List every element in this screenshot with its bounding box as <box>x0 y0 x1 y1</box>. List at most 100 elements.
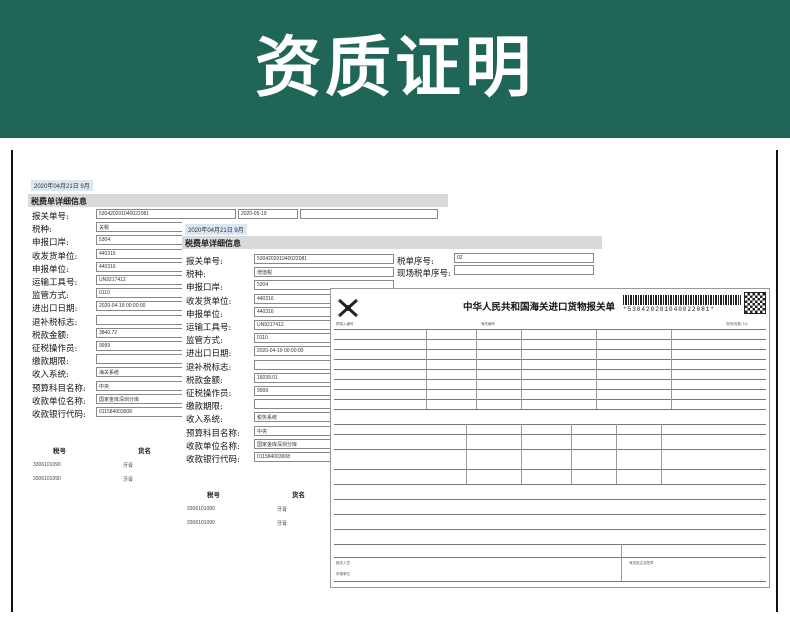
doc-a-tax-header-name: 货名 <box>138 447 151 455</box>
customs-emblem-icon <box>338 298 358 318</box>
doc-a-field-label: 退补税标志: <box>32 317 78 328</box>
customs-declaration-document: 中华人民共和国海关进口货物报关单 *530420201040022081* 预录… <box>330 288 770 588</box>
doc-b-field-value: 530420201040022081 <box>254 254 394 264</box>
grid-row-divider <box>334 557 766 558</box>
header-banner: 资质证明 <box>0 0 790 138</box>
grid-row-divider <box>334 329 766 330</box>
doc-b-field-label: 预算科目名称: <box>186 428 240 439</box>
grid-row-divider <box>334 581 766 582</box>
doc-a-tax-row-2-code: 3306101090 <box>33 476 61 482</box>
page-number-label: 页码/页数: 1/1 <box>726 322 748 326</box>
qr-code-icon <box>744 292 766 314</box>
doc-b-field-label: 收款单位名称: <box>186 441 240 452</box>
grid-row-divider <box>334 389 766 390</box>
doc-a-field-value: 530420201040022081 <box>96 209 236 219</box>
doc-b-field-label: 征税操作员: <box>186 389 232 399</box>
doc-a-field-label: 报关单号: <box>32 212 69 222</box>
grid-row-divider <box>334 379 766 380</box>
declarant-label: 报关人员 <box>336 561 350 565</box>
doc-b-field-label: 缴款期限: <box>186 402 223 413</box>
doc-b-tax-row-2-name: 牙膏 <box>277 521 288 527</box>
doc-a-field-label: 收款单位名称: <box>32 396 86 407</box>
doc-b-serial-value: 02 <box>454 253 594 263</box>
frame-left-border <box>11 150 13 612</box>
doc-b-field-label: 税款金额: <box>186 375 223 386</box>
customs-declaration-title: 中华人民共和国海关进口货物报关单 <box>463 302 616 313</box>
grid-row-divider <box>334 339 766 340</box>
grid-row-divider <box>334 529 766 530</box>
customs-annotation-label: 海关批注及签章 <box>629 561 654 565</box>
grid-column-divider <box>521 329 522 409</box>
grid-column-divider <box>521 424 522 484</box>
customs-no-label: 海关编号 <box>481 322 495 326</box>
doc-b-serial-label: 税单序号: <box>397 257 434 267</box>
doc-b-field-label: 报关单号: <box>186 257 223 267</box>
doc-b-tax-header-code: 税号 <box>207 491 220 499</box>
doc-a-field-label: 收款银行代码: <box>32 410 86 420</box>
grid-column-divider <box>596 329 597 409</box>
doc-a-field-label: 征税操作员: <box>32 344 78 354</box>
doc-a-field-label: 缴款期限: <box>32 357 69 368</box>
pre-entry-label: 预录入编号 <box>336 322 354 326</box>
doc-a-top-right-box-2 <box>300 209 438 219</box>
grid-row-divider <box>334 359 766 360</box>
grid-row-divider <box>334 499 766 500</box>
grid-column-divider <box>571 424 572 484</box>
doc-a-section-title: 税费单详细信息 <box>28 194 448 207</box>
doc-a-tax-row-1-code: 3306101090 <box>33 462 61 468</box>
doc-b-site-serial-label: 现场税单序号: <box>397 269 451 279</box>
declaring-unit-label: 申报单位 <box>336 572 350 576</box>
doc-b-tax-row-1-name: 牙膏 <box>277 507 288 513</box>
doc-b-field-label: 收款银行代码: <box>186 455 240 465</box>
doc-a-field-label: 运输工具号: <box>32 278 78 288</box>
doc-a-tax-row-1-name: 牙膏 <box>123 463 134 469</box>
doc-a-field-label: 进出口日期: <box>32 304 78 315</box>
grid-column-divider <box>616 424 617 484</box>
doc-a-field-label: 收发货单位: <box>32 251 78 262</box>
grid-row-divider <box>334 434 766 435</box>
page-title: 资质证明 <box>255 29 535 106</box>
grid-row-divider <box>334 484 766 485</box>
grid-column-divider <box>426 329 427 409</box>
doc-b-field-label: 运输工具号: <box>186 323 232 333</box>
doc-b-section-title: 税费单详细信息 <box>182 236 602 249</box>
doc-a-top-right-box: 2020-05-19 <box>238 209 298 219</box>
grid-column-divider <box>466 424 467 484</box>
doc-a-field-label: 税种: <box>32 225 52 236</box>
doc-b-tax-header-name: 货名 <box>292 491 305 499</box>
grid-row-divider <box>334 424 766 425</box>
grid-row-divider <box>334 544 766 545</box>
grid-column-divider <box>661 424 662 484</box>
doc-a-field-label: 预算科目名称: <box>32 383 86 394</box>
doc-b-field-label: 监管方式: <box>186 336 223 347</box>
doc-b-field-label: 收发货单位: <box>186 296 232 307</box>
grid-row-divider <box>334 469 766 470</box>
grid-row-divider <box>334 449 766 450</box>
doc-b-field-label: 退补税标志: <box>186 362 232 373</box>
doc-a-field-label: 监管方式: <box>32 291 69 302</box>
doc-a-field-label: 税款金额: <box>32 330 69 341</box>
grid-row-divider <box>334 514 766 515</box>
doc-a-date: 2020年04月21日 9月 <box>31 180 93 191</box>
doc-a-field-label: 申报口岸: <box>32 238 69 249</box>
grid-column-divider <box>621 544 622 581</box>
grid-row-divider <box>334 349 766 350</box>
doc-b-field-label: 税种: <box>186 270 206 281</box>
doc-b-field-label: 申报单位: <box>186 309 223 320</box>
doc-b-date: 2020年04月21日 9月 <box>185 224 247 235</box>
doc-b-tax-row-2-code: 3306101090 <box>187 520 215 526</box>
grid-row-divider <box>334 399 766 400</box>
doc-b-field-value: 增值税 <box>254 267 394 278</box>
grid-column-divider <box>671 329 672 409</box>
doc-b-site-serial-value <box>454 265 594 275</box>
doc-a-field-label: 申报单位: <box>32 264 69 275</box>
barcode-icon <box>623 295 741 305</box>
doc-a-tax-header-code: 税号 <box>53 447 66 455</box>
doc-b-field-label: 收入系统: <box>186 415 223 426</box>
doc-a-field-label: 收入系统: <box>32 370 69 381</box>
grid-row-divider <box>334 369 766 370</box>
frame-right-border <box>776 150 778 612</box>
grid-row-divider <box>334 409 766 410</box>
doc-b-tax-row-1-code: 3306101090 <box>187 506 215 512</box>
grid-column-divider <box>476 329 477 409</box>
